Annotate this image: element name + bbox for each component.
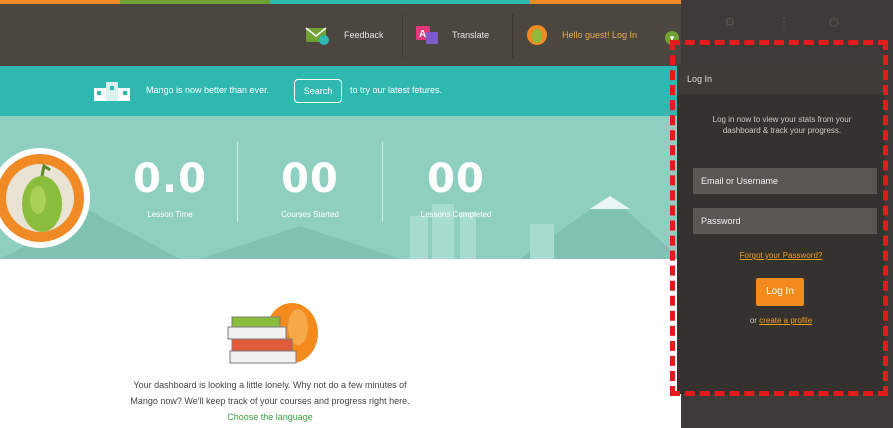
divider: [402, 14, 403, 58]
stat-courses-started: 00 Courses Started: [250, 156, 370, 219]
svg-text:A: A: [419, 29, 426, 40]
stats-panel: 0.0 Lesson Time 00 Courses Started 00 Le…: [0, 116, 681, 259]
banner-search-button[interactable]: Search: [294, 79, 342, 103]
message-text: Your dashboard is looking a little lonel…: [130, 380, 410, 406]
translate-button[interactable]: A Translate: [416, 22, 489, 48]
power-icon[interactable]: ⏻: [827, 15, 841, 29]
stat-value: 00: [427, 156, 485, 202]
banner-text-after: to try our latest fetures.: [350, 85, 443, 95]
top-navigation-bar: Feedback A Translate Hello guest! Log In…: [0, 4, 681, 66]
choose-language-link[interactable]: Choose the language: [227, 412, 313, 422]
announcement-banner: Mango is now better than ever. Search to…: [0, 66, 681, 116]
stat-value: 0.0: [133, 156, 207, 202]
settings-icon[interactable]: ⚙: [723, 15, 737, 29]
mango-avatar-icon: [527, 25, 547, 45]
books-mango-icon: [227, 303, 318, 364]
feedback-label: Feedback: [344, 30, 384, 40]
feedback-icon: [305, 27, 329, 45]
divider: [237, 142, 238, 222]
empty-dashboard-message: Your dashboard is looking a little lonel…: [120, 377, 420, 425]
dashboard-main: Your dashboard is looking a little lonel…: [0, 259, 681, 428]
stat-value: 00: [281, 156, 339, 202]
more-icon[interactable]: ⋮: [777, 15, 791, 29]
translate-icon: A: [416, 26, 438, 44]
translate-label: Translate: [452, 30, 490, 40]
stat-lessons-completed: 00 Lessons Completed: [396, 156, 516, 219]
user-login-button[interactable]: Hello guest! Log In: [526, 22, 637, 48]
banner-text: Mango is now better than ever.: [146, 85, 270, 95]
stat-lesson-time: 0.0 Lesson Time: [110, 156, 230, 219]
mango-icon: [22, 164, 62, 232]
user-greeting: Hello guest! Log In: [562, 30, 638, 40]
school-building-icon: [94, 82, 130, 101]
divider: [382, 142, 383, 222]
feedback-button[interactable]: Feedback: [304, 22, 384, 48]
stat-label: Lessons Completed: [420, 210, 492, 219]
stat-label: Lesson Time: [147, 210, 193, 219]
divider: [512, 14, 513, 58]
highlight-box: [670, 40, 888, 396]
stat-label: Courses Started: [281, 210, 339, 219]
